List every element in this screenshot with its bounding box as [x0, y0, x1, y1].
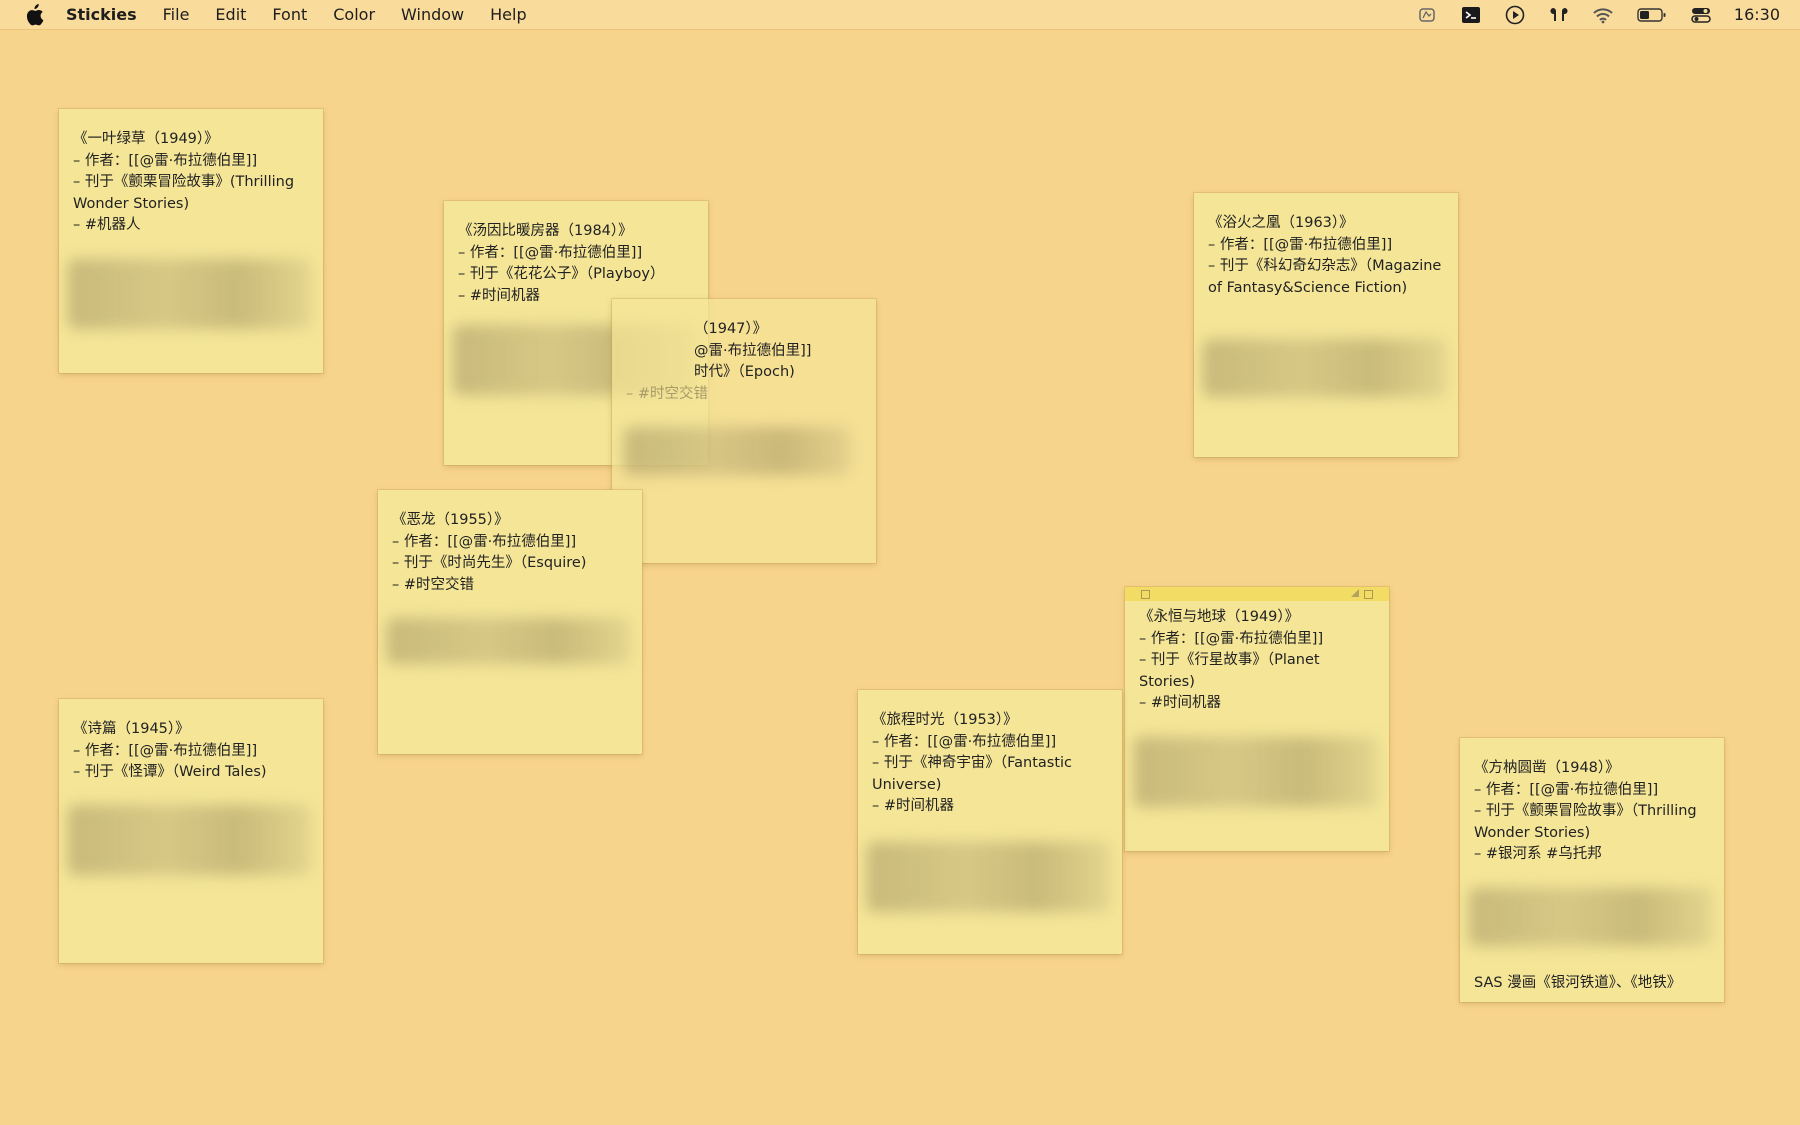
note-line: – 作者：[[@雷·布拉德伯里]] — [458, 244, 643, 261]
note-line: 《一叶绿草（1949）》 — [73, 131, 219, 147]
sticky-note[interactable]: 《一叶绿草（1949）》 – 作者：[[@雷·布拉德伯里]] – 刊于《颤栗冒险… — [59, 109, 323, 373]
sticky-note[interactable]: 《诗篇（1945）》 – 作者：[[@雷·布拉德伯里]] – 刊于《怪谭》（We… — [59, 699, 323, 963]
play-icon[interactable] — [1504, 5, 1526, 24]
menu-help[interactable]: Help — [490, 5, 526, 24]
resize-icon[interactable] — [1351, 589, 1359, 597]
note-line: 《永恒与地球（1949）》 — [1139, 609, 1300, 625]
wifi-icon[interactable] — [1592, 6, 1614, 24]
note-text[interactable]: 《浴火之凰（1963）》 – 作者：[[@雷·布拉德伯里]] – 刊于《科幻奇幻… — [1208, 213, 1446, 299]
battery-icon[interactable] — [1636, 6, 1668, 24]
note-line: – #银河系 #乌托邦 — [1474, 846, 1602, 862]
terminal-icon[interactable] — [1460, 6, 1482, 24]
note-text[interactable]: 《一叶绿草（1949）》 – 作者：[[@雷·布拉德伯里]] – 刊于《颤栗冒险… — [73, 129, 311, 237]
sticky-note[interactable]: 《方枘圆凿（1948）》 – 作者：[[@雷·布拉德伯里]] – 刊于《颤栗冒险… — [1460, 738, 1724, 1002]
note-line: 《恶龙（1955）》 — [392, 512, 509, 528]
menu-clock[interactable]: 16:30 — [1734, 5, 1780, 24]
menu-color[interactable]: Color — [333, 5, 375, 24]
blurred-image — [387, 618, 630, 664]
note-text[interactable]: 《恶龙（1955）》 – 作者：[[@雷·布拉德伯里]] – 刊于《时尚先生》（… — [392, 510, 630, 596]
blurred-image — [68, 805, 311, 875]
menu-app-stickies[interactable]: Stickies — [66, 5, 137, 24]
note-line: – #机器人 — [73, 217, 141, 233]
unknown-app-icon[interactable] — [1416, 6, 1438, 24]
note-line: – 刊于《神奇宇宙》（Fantastic Universe) — [872, 755, 1077, 793]
note-line: – #时空交错 — [392, 576, 475, 593]
note-line: – #时间机器 — [1139, 695, 1222, 711]
blurred-image — [68, 259, 311, 329]
note-line: – 作者：[[@雷·布拉德伯里]] — [392, 533, 577, 550]
sticky-note-active[interactable]: 《永恒与地球（1949）》 – 作者：[[@雷·布拉德伯里]] – 刊于《行星故… — [1125, 587, 1389, 851]
menu-font[interactable]: Font — [272, 5, 307, 24]
note-line: – #时空交错 — [626, 385, 709, 402]
note-line: – 作者：[[@雷·布拉德伯里]] — [73, 742, 258, 759]
note-text[interactable]: 《旅程时光（1953）》 – 作者：[[@雷·布拉德伯里]] – 刊于《神奇宇宙… — [872, 710, 1110, 818]
note-line: – #时间机器 — [872, 798, 955, 814]
sticky-note[interactable]: 《恶龙（1955）》 – 作者：[[@雷·布拉德伯里]] – 刊于《时尚先生》（… — [378, 490, 642, 754]
note-line: – 刊于《颤栗冒险故事》（Thrilling Wonder Stories) — [1474, 803, 1702, 841]
note-line: – 刊于《怪谭》（Weird Tales) — [73, 764, 267, 780]
airpods-icon[interactable] — [1548, 6, 1570, 24]
note-text[interactable]: 《永恒与地球（1949）》 – 作者：[[@雷·布拉德伯里]] – 刊于《行星故… — [1139, 607, 1377, 715]
note-line: 《旅程时光（1953）》 — [872, 712, 1018, 728]
blurred-image — [1203, 339, 1446, 397]
note-text[interactable]: 《诗篇（1945）》 – 作者：[[@雷·布拉德伯里]] – 刊于《怪谭》（We… — [73, 719, 311, 784]
menu-file[interactable]: File — [163, 5, 190, 24]
sticky-note[interactable]: 《旅程时光（1953）》 – 作者：[[@雷·布拉德伯里]] – 刊于《神奇宇宙… — [858, 690, 1122, 954]
menu-window[interactable]: Window — [401, 5, 464, 24]
note-line: – 作者：[[@雷·布拉德伯里]] — [872, 733, 1057, 750]
blurred-image — [1134, 737, 1377, 807]
note-text[interactable]: 《方枘圆凿（1948）》 – 作者：[[@雷·布拉德伯里]] – 刊于《颤栗冒险… — [1474, 758, 1712, 866]
note-line: – 刊于《科幻奇幻杂志》（Magazine of Fantasy&Science… — [1208, 258, 1446, 296]
menu-bar: Stickies File Edit Font Color Window Hel… — [0, 0, 1800, 30]
note-line: 时代》（Epoch) — [694, 364, 795, 380]
note-footer-text: SAS 漫画《银河铁道》、《地铁》 — [1474, 975, 1682, 991]
close-icon[interactable] — [1141, 590, 1150, 599]
note-text[interactable]: （1947）》 @雷·布拉德伯里]] 时代》（Epoch) – #时空交错 — [626, 319, 864, 405]
note-text[interactable]: 《汤因比暖房器（1984）》 – 作者：[[@雷·布拉德伯里]] – 刊于《花花… — [458, 221, 696, 307]
control-center-icon[interactable] — [1690, 6, 1712, 24]
note-line: – 作者：[[@雷·布拉德伯里]] — [1474, 781, 1659, 798]
blurred-image — [867, 842, 1110, 912]
note-line: @雷·布拉德伯里]] — [694, 342, 812, 359]
note-line: 《浴火之凰（1963）》 — [1208, 215, 1354, 231]
note-title-bar[interactable] — [1125, 587, 1389, 601]
menu-edit[interactable]: Edit — [215, 5, 246, 24]
note-line: 《方枘圆凿（1948）》 — [1474, 760, 1620, 776]
note-line: – 作者：[[@雷·布拉德伯里]] — [1139, 630, 1324, 647]
note-line: – 刊于《时尚先生》（Esquire) — [392, 555, 587, 571]
note-line: 《汤因比暖房器（1984）》 — [458, 223, 633, 239]
note-line: – 刊于《行星故事》（Planet Stories) — [1139, 652, 1325, 690]
note-line: – 作者：[[@雷·布拉德伯里]] — [73, 152, 258, 169]
sticky-note[interactable]: 《浴火之凰（1963）》 – 作者：[[@雷·布拉德伯里]] – 刊于《科幻奇幻… — [1194, 193, 1458, 457]
note-line: – 刊于《颤栗冒险故事》(Thrilling Wonder Stories) — [73, 174, 299, 212]
collapse-icon[interactable] — [1364, 590, 1373, 599]
blurred-image — [1469, 888, 1712, 946]
note-line: 《诗篇（1945）》 — [73, 721, 190, 737]
apple-menu-icon[interactable] — [24, 4, 44, 26]
note-line: – 刊于《花花公子》（Playboy） — [458, 266, 665, 282]
sticky-note[interactable]: （1947）》 @雷·布拉德伯里]] 时代》（Epoch) – #时空交错 — [612, 299, 876, 563]
note-line: – 作者：[[@雷·布拉德伯里]] — [1208, 236, 1393, 253]
blurred-image — [624, 427, 850, 475]
note-line: （1947）》 — [694, 321, 768, 337]
